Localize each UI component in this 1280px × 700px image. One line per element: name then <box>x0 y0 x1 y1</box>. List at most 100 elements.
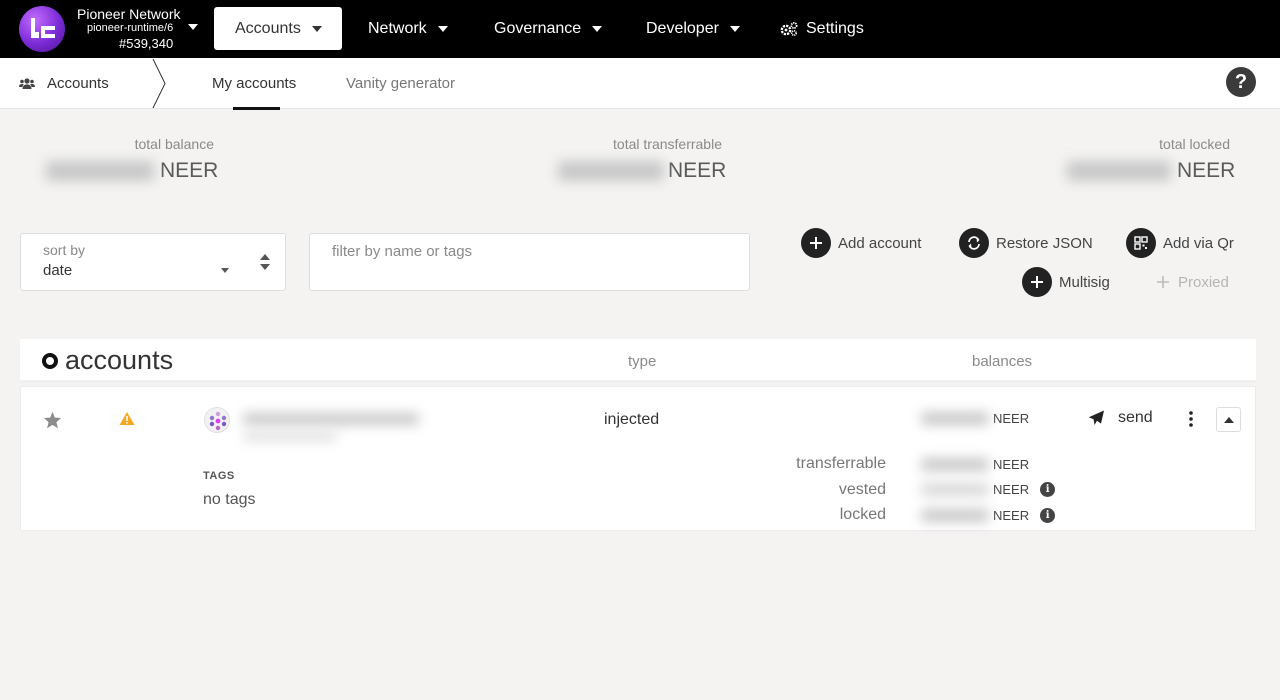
account-balance: NEER <box>921 411 1029 426</box>
restore-json-label: Restore JSON <box>996 234 1093 252</box>
vested-value: NEER i <box>921 482 1056 497</box>
paper-plane-icon <box>1088 410 1104 425</box>
total-transferrable-label: total transferrable <box>613 136 722 152</box>
accounts-table-header: accounts type balances <box>20 339 1256 383</box>
chevron-up-icon <box>1223 416 1234 423</box>
restore-json-button[interactable]: Restore JSON <box>959 228 1093 258</box>
qrcode-icon <box>1126 228 1156 258</box>
table-row: injected NEER send TAGS no tags transfer… <box>20 386 1256 531</box>
vested-label: vested <box>838 481 886 498</box>
filter-input[interactable] <box>309 233 750 291</box>
total-locked-value: NEER <box>1067 158 1235 184</box>
nav-accounts-label: Accounts <box>235 19 301 37</box>
redacted-value <box>921 412 989 425</box>
locked-unit: NEER <box>993 508 1030 523</box>
redacted-value <box>921 458 989 471</box>
tab-vanity-generator[interactable]: Vanity generator <box>346 58 455 109</box>
sort-dropdown[interactable]: sort by date <box>20 233 286 291</box>
total-transferrable-unit: NEER <box>668 159 727 182</box>
multisig-button[interactable]: Multisig <box>1022 267 1110 297</box>
total-locked-label: total locked <box>1159 136 1230 152</box>
total-balance-unit: NEER <box>160 159 219 182</box>
gears-icon <box>780 22 798 37</box>
nav-network-label: Network <box>368 20 427 37</box>
nav-settings-label: Settings <box>806 20 864 37</box>
more-options-icon[interactable] <box>1185 409 1197 429</box>
accounts-heading-label: accounts <box>65 345 174 375</box>
total-locked-unit: NEER <box>1177 159 1236 182</box>
redacted-value <box>46 161 154 181</box>
proxied-button[interactable]: Proxied <box>1148 267 1229 297</box>
info-icon[interactable]: i <box>1040 508 1056 523</box>
chevron-down-icon <box>221 268 229 273</box>
active-tab-indicator <box>233 107 280 110</box>
multisig-label: Multisig <box>1059 273 1110 291</box>
tags-label: TAGS <box>203 470 235 482</box>
total-transferrable-value: NEER <box>558 158 726 184</box>
total-balance-value: NEER <box>46 158 218 184</box>
proxied-label: Proxied <box>1178 273 1229 291</box>
account-balance-unit: NEER <box>993 411 1030 426</box>
nav-governance[interactable]: Governance <box>494 0 603 58</box>
accounts-heading: accounts <box>42 345 173 376</box>
redacted-account-name[interactable] <box>243 413 419 425</box>
collapse-row-button[interactable] <box>1216 407 1241 432</box>
chevron-down-icon <box>437 26 448 32</box>
column-balances: balances <box>972 353 1033 370</box>
transferrable-value: NEER <box>921 457 1029 472</box>
chain-block-number[interactable]: #539,340 <box>119 36 173 51</box>
sub-navigation: Accounts My accounts Vanity generator ? <box>0 58 1280 110</box>
account-identicon[interactable] <box>204 407 230 433</box>
plus-icon <box>1022 267 1052 297</box>
chevron-down-icon <box>592 26 603 32</box>
transferrable-label: transferrable <box>796 455 886 472</box>
total-balance-label: total balance <box>134 136 214 152</box>
vested-unit: NEER <box>993 482 1030 497</box>
help-icon[interactable]: ? <box>1226 67 1256 97</box>
tags-value: no tags <box>203 491 256 508</box>
users-icon <box>19 78 35 89</box>
nav-governance-label: Governance <box>494 20 582 37</box>
redacted-value <box>1067 161 1171 181</box>
redacted-value <box>921 483 989 496</box>
info-icon[interactable]: i <box>1040 482 1056 497</box>
transferrable-unit: NEER <box>993 457 1030 472</box>
locked-value: NEER i <box>921 508 1056 523</box>
chevron-down-icon[interactable] <box>188 24 198 30</box>
chain-logo[interactable] <box>19 6 65 52</box>
top-navigation: Pioneer Network pioneer-runtime/6 #539,3… <box>0 0 1280 58</box>
column-type: type <box>628 353 657 370</box>
add-account-label: Add account <box>838 234 922 252</box>
breadcrumb-separator-icon <box>152 58 166 109</box>
circle-icon <box>42 352 58 369</box>
sync-icon <box>959 228 989 258</box>
sort-label: sort by <box>43 242 86 258</box>
redacted-value <box>921 509 989 522</box>
chain-name[interactable]: Pioneer Network <box>77 6 181 22</box>
nav-settings[interactable]: Settings <box>779 0 864 58</box>
nav-network[interactable]: Network <box>368 0 448 58</box>
chevron-down-icon <box>729 26 740 32</box>
section-title-label: Accounts <box>47 75 109 92</box>
account-type: injected <box>604 411 660 428</box>
add-account-button[interactable]: Add account <box>801 228 921 258</box>
star-icon[interactable] <box>43 411 62 429</box>
sort-value: date <box>43 262 73 279</box>
chain-runtime[interactable]: pioneer-runtime/6 <box>87 22 173 34</box>
section-title: Accounts <box>19 58 109 109</box>
add-via-qr-button[interactable]: Add via Qr <box>1126 228 1234 258</box>
plus-icon <box>1148 267 1178 297</box>
nav-developer[interactable]: Developer <box>646 0 740 58</box>
send-label: send <box>1118 409 1153 426</box>
locked-label: locked <box>839 506 886 523</box>
plus-icon <box>801 228 831 258</box>
sort-direction-icon[interactable] <box>259 252 271 272</box>
tab-my-accounts[interactable]: My accounts <box>212 58 296 109</box>
redacted-value <box>558 161 664 181</box>
nav-developer-label: Developer <box>646 20 719 37</box>
warning-icon[interactable] <box>119 411 135 426</box>
redacted-account-address <box>243 432 337 441</box>
chevron-down-icon <box>311 25 322 32</box>
nav-accounts[interactable]: Accounts <box>214 7 342 50</box>
send-button[interactable]: send <box>1088 409 1153 427</box>
